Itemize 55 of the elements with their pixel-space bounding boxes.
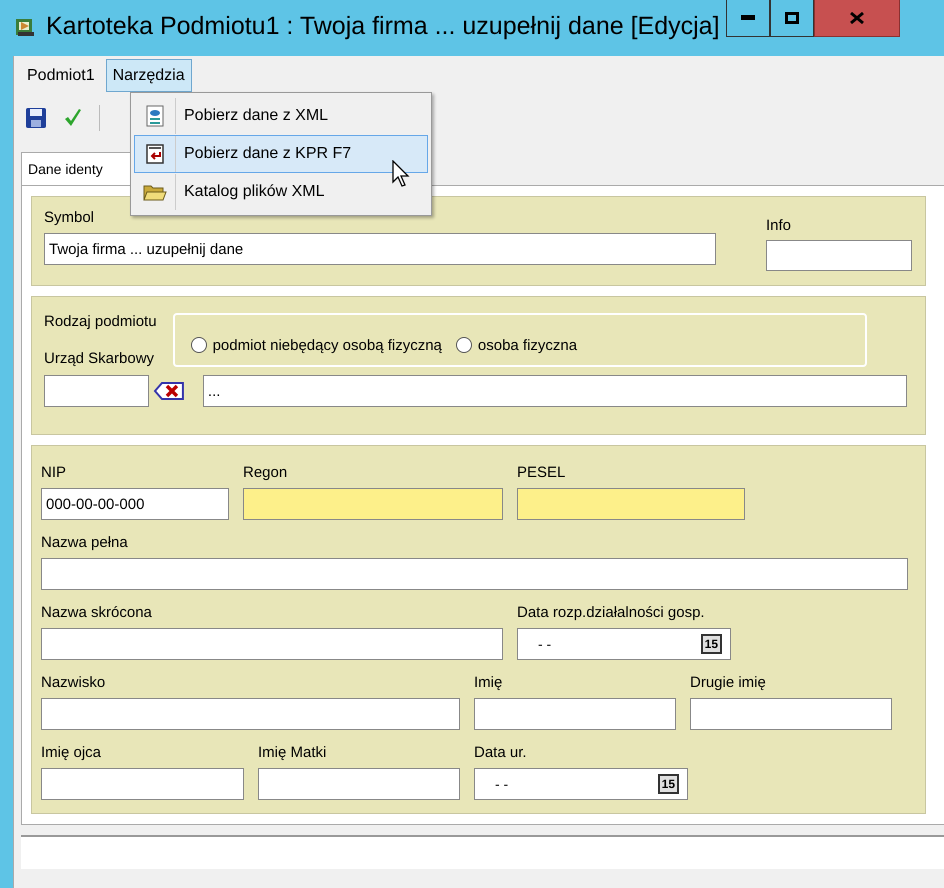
import-icon [145,143,165,165]
field-label: Rodzaj podmiotu [44,313,157,330]
input-field[interactable]: 000-00-00-000 [41,488,229,520]
input-field[interactable] [517,488,745,520]
calendar-button[interactable]: 15 [658,774,679,794]
radio-option[interactable]: osoba fizyczna [456,336,578,354]
date-field[interactable]: - - 15 [517,628,731,660]
maximize-button[interactable] [770,0,814,37]
field-label: Nazwisko [41,674,106,694]
input-field[interactable] [690,698,892,730]
field-label: Data ur. [474,744,528,764]
field-label: PESEL [517,464,566,484]
input-field[interactable] [41,558,908,590]
field-label: NIP [41,464,68,484]
field-label: Info [766,217,792,236]
document-icon [145,105,165,127]
field-label: Imię [474,674,504,694]
calendar-button[interactable]: 15 [700,634,722,654]
window-title: Kartoteka Podmiotu1 : Twoja firma ... uzupełnij dane [Edycja] [46,12,720,41]
input-field[interactable] [258,768,460,800]
close-icon [850,12,864,24]
cursor-icon [392,160,410,188]
field-label: Symbol [44,209,96,228]
save-icon[interactable] [25,107,47,129]
input-field[interactable]: Twoja firma ... uzupełnij dane [44,233,716,265]
field-label: Data rozp.działalności gosp. [517,604,706,624]
input-field[interactable] [474,698,676,730]
field-label: Urząd Skarbowy [44,350,156,367]
input-field[interactable] [44,375,149,407]
input-field[interactable] [766,240,912,271]
input-field[interactable] [41,628,503,660]
field-label: Drugie imię [690,674,767,694]
maximize-icon [784,12,799,24]
radio-button[interactable] [456,337,472,353]
close-button[interactable] [814,0,900,37]
input-field[interactable] [41,698,460,730]
minimize-icon [740,15,755,21]
input-field[interactable] [41,768,244,800]
date-field[interactable]: - - 15 [474,768,688,800]
field-label: Imię Matki [258,744,328,764]
radio-option[interactable]: podmiot niebędący osobą fizyczną [190,336,442,354]
menu-item[interactable]: Narzędzia [106,59,192,92]
field-label: Nazwa pełna [41,534,129,554]
field-label: Imię ojca [41,744,102,764]
field-label: Regon [243,464,288,484]
menu-item[interactable]: Pobierz dane z XML [134,97,428,135]
radio-button[interactable] [190,337,207,353]
clear-icon[interactable] [153,380,185,402]
menu-item[interactable]: Pobierz dane z KPR F7 [134,135,428,173]
menu-item[interactable]: Podmiot1 [20,59,102,92]
input-field[interactable]: ... [202,375,907,407]
input-field[interactable] [243,488,503,520]
field-label: Nazwa skrócona [41,604,153,624]
minimize-button[interactable] [726,0,770,37]
app-icon [14,16,36,38]
